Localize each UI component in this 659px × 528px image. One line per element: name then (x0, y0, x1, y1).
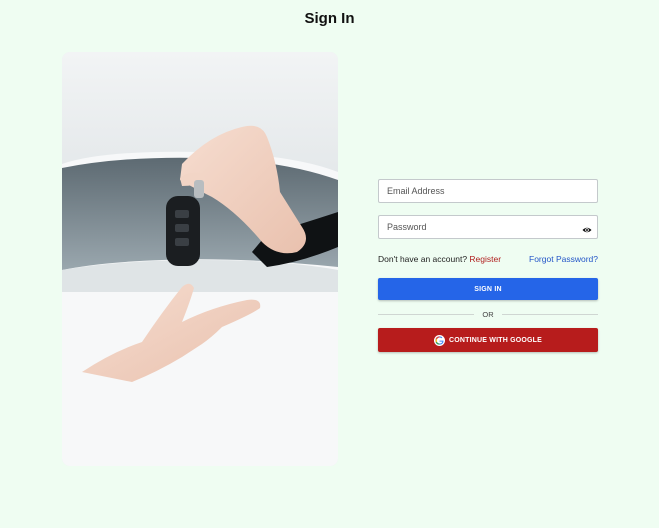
sign-in-button[interactable]: SIGN IN (378, 278, 598, 300)
google-button-label: CONTINUE WITH GOOGLE (448, 336, 543, 344)
or-label: OR (482, 309, 494, 319)
sign-in-form: Don't have an account? Register Forgot P… (378, 179, 598, 352)
account-links-row: Don't have an account? Register Forgot P… (378, 253, 598, 265)
hero-image (62, 52, 338, 466)
password-field[interactable] (378, 215, 598, 239)
divider-line-right (501, 313, 598, 315)
password-field-wrapper (378, 215, 598, 239)
divider-line-left (378, 313, 475, 315)
forgot-password-link[interactable]: Forgot Password? (529, 254, 598, 264)
page-title: Sign In (304, 10, 355, 27)
continue-with-google-button[interactable]: CONTINUE WITH GOOGLE (378, 328, 598, 352)
google-icon (433, 334, 445, 346)
register-link[interactable]: Register (469, 254, 501, 264)
email-field[interactable] (378, 179, 598, 203)
or-divider: OR (378, 308, 598, 320)
eye-icon[interactable] (582, 222, 592, 233)
no-account-text: Don't have an account? (378, 254, 468, 264)
register-prompt: Don't have an account? Register (378, 254, 501, 264)
